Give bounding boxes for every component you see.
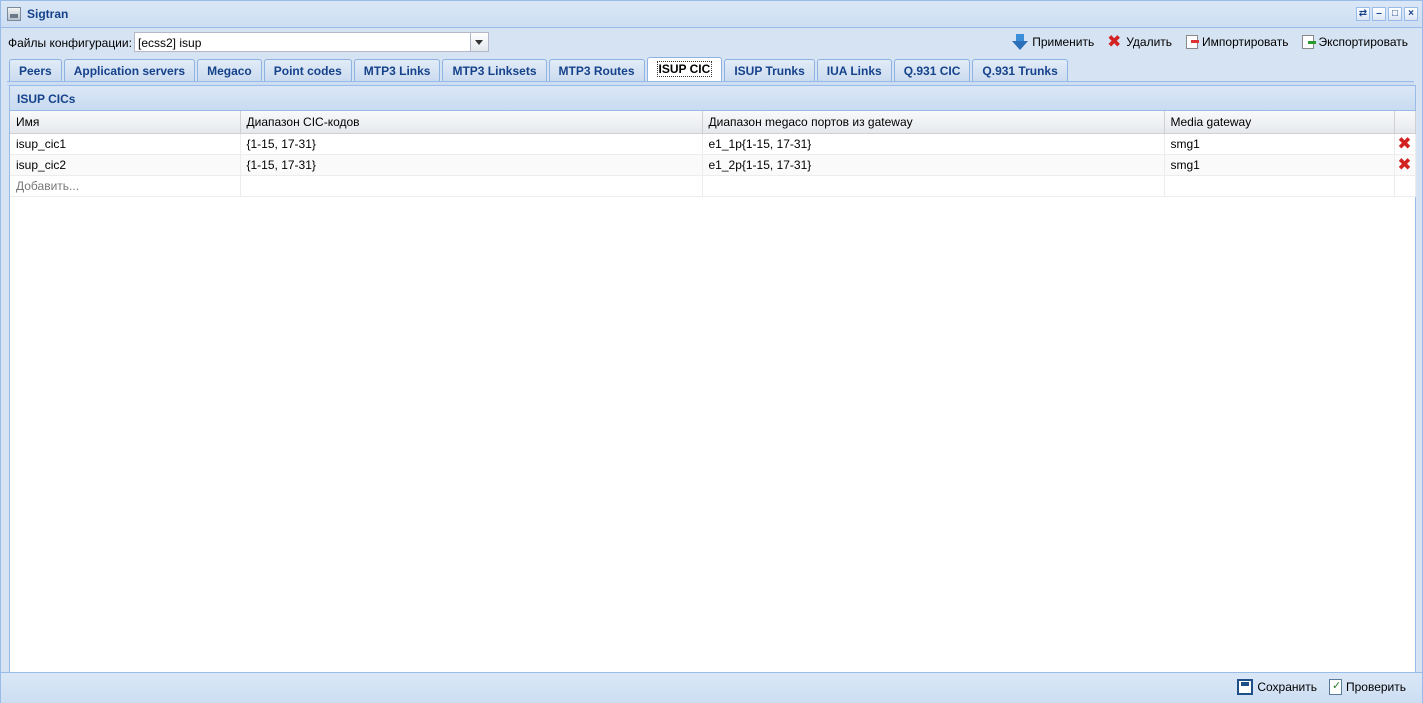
delete-button[interactable]: ✖ Удалить: [1106, 32, 1173, 51]
apply-button[interactable]: Применить: [1012, 34, 1094, 50]
tab-strip: Peers Application servers Megaco Point c…: [9, 57, 1068, 81]
import-button[interactable]: Импортировать: [1184, 34, 1288, 50]
cell-cic-range[interactable]: {1-15, 17-31}: [240, 154, 703, 176]
add-cell-cic-range[interactable]: [240, 175, 703, 197]
delete-label: Удалить: [1126, 35, 1173, 49]
column-header-cic-range[interactable]: Диапазон CIC-кодов: [240, 111, 703, 134]
cell-name[interactable]: isup_cic2: [10, 154, 241, 176]
tab-q931-cic[interactable]: Q.931 CIC: [893, 59, 971, 81]
bottom-actions: Сохранить Проверить: [1237, 679, 1406, 695]
tab-q931-trunks[interactable]: Q.931 Trunks: [972, 59, 1068, 81]
cell-name[interactable]: isup_cic1: [10, 133, 241, 155]
tab-megaco[interactable]: Megaco: [197, 59, 262, 81]
check-label: Проверить: [1345, 680, 1406, 694]
table-row[interactable]: isup_cic1 {1-15, 17-31} e1_1p{1-15, 17-3…: [10, 133, 1416, 155]
check-button[interactable]: Проверить: [1328, 679, 1406, 695]
refresh-icon[interactable]: ⇄: [1356, 7, 1370, 21]
title-bar: Sigtran ⇄ – □ ×: [1, 1, 1422, 28]
chevron-down-icon[interactable]: [470, 33, 488, 51]
close-icon[interactable]: ×: [1404, 7, 1418, 21]
import-label: Импортировать: [1202, 35, 1289, 49]
sigtran-window: Sigtran ⇄ – □ × Файлы конфигурации: [ecs…: [0, 0, 1423, 703]
window-tools: ⇄ – □ ×: [1356, 7, 1418, 21]
cell-media-gateway[interactable]: smg1: [1164, 154, 1395, 176]
table-row[interactable]: isup_cic2 {1-15, 17-31} e1_2p{1-15, 17-3…: [10, 154, 1416, 176]
export-button[interactable]: Экспортировать: [1300, 34, 1408, 50]
add-cell-megaco-ports[interactable]: [702, 175, 1165, 197]
isup-cic-grid: Имя Диапазон CIC-кодов Диапазон megaco п…: [10, 111, 1416, 197]
tab-application-servers[interactable]: Application servers: [63, 59, 196, 81]
tab-iua-links[interactable]: IUA Links: [816, 59, 892, 81]
config-file-combo[interactable]: [ecss2] isup: [134, 32, 489, 52]
column-header-name[interactable]: Имя: [10, 111, 241, 134]
floppy-disk-icon: [1237, 679, 1254, 695]
cell-megaco-ports[interactable]: e1_1p{1-15, 17-31}: [702, 133, 1165, 155]
import-icon: [1186, 35, 1200, 49]
delete-x-icon[interactable]: ✖: [1397, 155, 1411, 174]
add-cell-actions: [1394, 175, 1416, 197]
delete-x-icon: ✖: [1107, 32, 1122, 51]
cell-megaco-ports[interactable]: e1_2p{1-15, 17-31}: [702, 154, 1165, 176]
row-delete-cell: ✖: [1394, 133, 1416, 155]
grid-header-row: Имя Диапазон CIC-кодов Диапазон megaco п…: [10, 111, 1416, 134]
config-file-value: [ecss2] isup: [138, 36, 202, 50]
tab-peers[interactable]: Peers: [9, 59, 62, 81]
config-files-label: Файлы конфигурации:: [8, 36, 132, 50]
row-delete-cell: ✖: [1394, 154, 1416, 176]
tab-mtp3-links[interactable]: MTP3 Links: [353, 59, 441, 81]
tab-mtp3-routes[interactable]: MTP3 Routes: [548, 59, 645, 81]
save-label: Сохранить: [1257, 680, 1317, 694]
tab-mtp3-linksets[interactable]: MTP3 Linksets: [442, 59, 547, 81]
isup-cics-panel: ISUP CICs Имя Диапазон CIC-кодов Диапазо…: [9, 85, 1416, 673]
window-title: Sigtran: [27, 7, 69, 21]
panel-header: ISUP CICs: [10, 86, 1415, 111]
cell-media-gateway[interactable]: smg1: [1164, 133, 1395, 155]
panel-title: ISUP CICs: [17, 92, 76, 106]
add-row[interactable]: Добавить...: [10, 175, 1416, 197]
column-header-media-gateway[interactable]: Media gateway: [1164, 111, 1395, 134]
arrow-down-icon: [1012, 34, 1029, 50]
cell-cic-range[interactable]: {1-15, 17-31}: [240, 133, 703, 155]
tab-isup-cic[interactable]: ISUP CIC: [646, 57, 723, 81]
check-document-icon: [1328, 679, 1342, 695]
delete-x-icon[interactable]: ✖: [1397, 134, 1411, 153]
tab-point-codes[interactable]: Point codes: [263, 59, 352, 81]
export-icon: [1302, 35, 1317, 49]
column-header-megaco-ports[interactable]: Диапазон megaco портов из gateway: [702, 111, 1165, 134]
app-icon: [7, 7, 21, 21]
config-actions: Применить ✖ Удалить Импортировать Экспор…: [1012, 32, 1408, 51]
config-toolbar: Файлы конфигурации: [ecss2] isup Примени…: [1, 28, 1422, 56]
add-row-placeholder[interactable]: Добавить...: [10, 175, 241, 197]
bottom-toolbar: Сохранить Проверить: [1, 672, 1422, 703]
column-header-actions: [1394, 111, 1416, 134]
apply-label: Применить: [1032, 35, 1095, 49]
save-button[interactable]: Сохранить: [1237, 679, 1317, 695]
export-label: Экспортировать: [1318, 35, 1408, 49]
tab-isup-trunks[interactable]: ISUP Trunks: [724, 59, 815, 81]
maximize-icon[interactable]: □: [1388, 7, 1402, 21]
minimize-icon[interactable]: –: [1372, 7, 1386, 21]
add-cell-media-gateway[interactable]: [1164, 175, 1395, 197]
